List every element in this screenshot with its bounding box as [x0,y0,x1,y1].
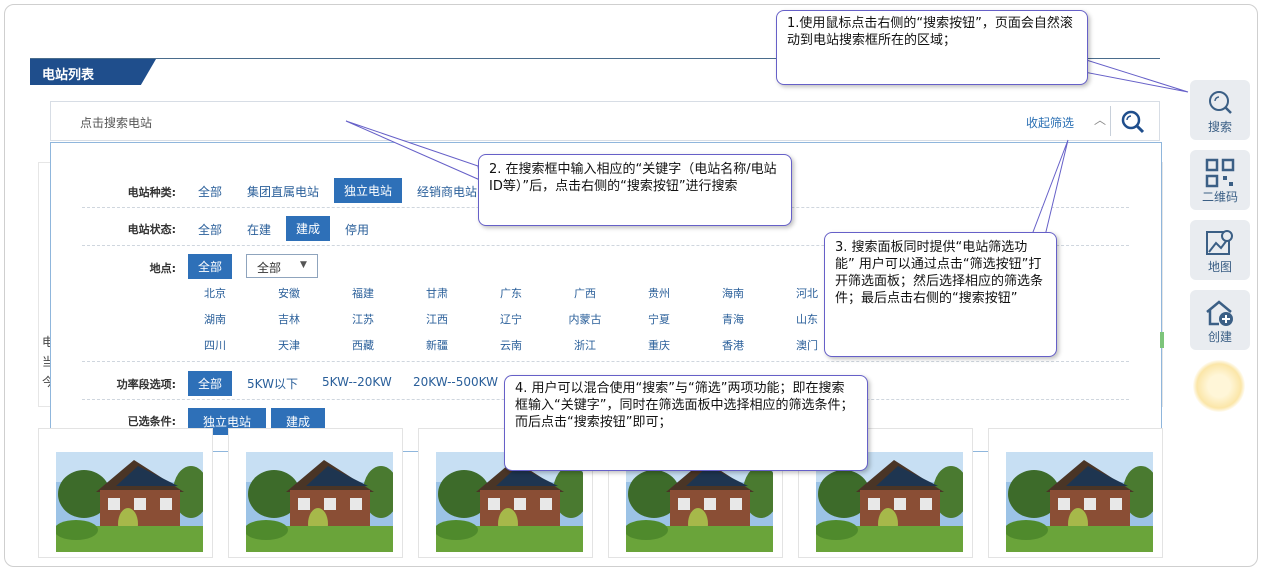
callout-step-3: 3. 搜索面板同时提供“电站筛选功能” 用户可以通过点击“筛选按钮”打开筛选面板… [824,232,1057,357]
callout-pointers [345,57,1189,241]
callout-step-1: 1.使用鼠标点击右侧的“搜索按钮”，页面会自然滚动到电站搜索框所在的区域； [776,10,1088,85]
callout-step-4: 4. 用户可以混合使用“搜索”与“筛选”两项功能；即在搜索框输入“关键字”，同时… [504,375,868,471]
callout-step-2: 2. 在搜索框中输入相应的“关键字（电站名称/电站ID等）”后，点击右侧的“搜索… [478,154,792,226]
